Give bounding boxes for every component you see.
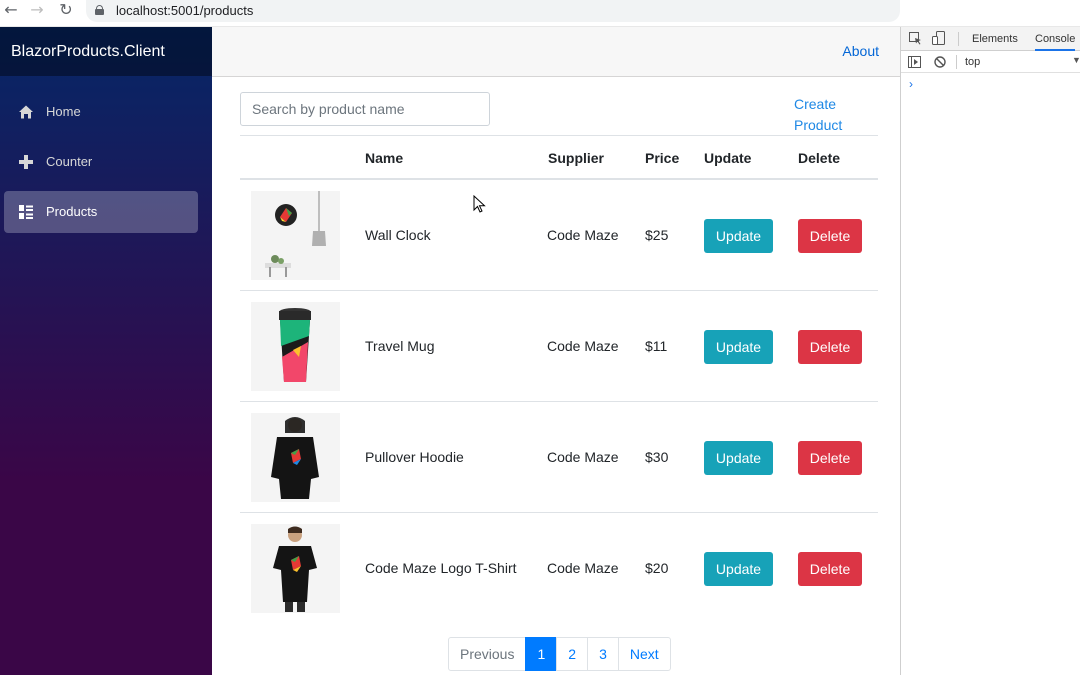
update-button[interactable]: Update	[704, 441, 773, 475]
products-table: Name Supplier Price Update Delete Wall C…	[240, 135, 878, 624]
console-toolbar: top ▼	[901, 51, 1080, 73]
devtools-tab-bar: Elements Console	[901, 27, 1080, 51]
product-image-travel-mug	[251, 302, 340, 391]
delete-button[interactable]: Delete	[798, 441, 862, 475]
browser-toolbar: ← → ↻ localhost:5001/products	[0, 0, 1080, 27]
product-supplier: Code Maze	[547, 560, 619, 576]
product-price: $20	[645, 560, 669, 576]
pagination-page-3[interactable]: 3	[587, 637, 619, 671]
home-icon	[19, 105, 33, 119]
column-header-delete: Delete	[798, 150, 841, 166]
pagination-previous[interactable]: Previous	[448, 637, 527, 671]
create-product-link[interactable]: Create Product	[794, 94, 864, 136]
sidebar-item-counter[interactable]: Counter	[4, 141, 198, 183]
pagination-next[interactable]: Next	[617, 637, 671, 671]
list-icon	[19, 205, 33, 219]
url-text: localhost:5001/products	[116, 3, 254, 18]
product-price: $11	[645, 338, 668, 354]
divider	[958, 32, 959, 46]
sidebar-item-label: Counter	[46, 154, 93, 169]
context-selector[interactable]: top	[965, 56, 980, 68]
forward-arrow-icon[interactable]: →	[26, 0, 48, 22]
main-content: About Create Product Name Supplier Price…	[212, 27, 900, 675]
clear-console-icon[interactable]	[934, 56, 946, 68]
column-header-price: Price	[645, 150, 680, 166]
tab-console[interactable]: Console	[1035, 33, 1076, 51]
sidebar-item-home[interactable]: Home	[4, 91, 198, 133]
pagination-page-2[interactable]: 2	[556, 637, 589, 671]
product-name: Wall Clock	[365, 227, 431, 243]
mouse-cursor-icon	[473, 195, 486, 213]
about-link[interactable]: About	[842, 43, 879, 59]
search-input[interactable]	[240, 92, 490, 126]
update-button[interactable]: Update	[704, 330, 773, 364]
delete-button[interactable]: Delete	[798, 219, 862, 253]
delete-button[interactable]: Delete	[798, 330, 862, 364]
pagination: Previous 1 2 3 Next	[448, 637, 671, 671]
product-price: $30	[645, 449, 669, 465]
delete-button[interactable]: Delete	[798, 552, 862, 586]
table-header: Name Supplier Price Update Delete	[240, 135, 878, 180]
product-image-pullover-hoodie	[251, 413, 340, 502]
table-row: Wall Clock Code Maze $25 Update Delete	[240, 180, 878, 291]
product-name: Pullover Hoodie	[365, 449, 464, 465]
sidebar-item-products[interactable]: Products	[4, 191, 198, 233]
inspect-element-icon[interactable]	[909, 32, 922, 45]
lock-icon	[95, 5, 104, 15]
table-row: Code Maze Logo T-Shirt Code Maze $20 Upd…	[240, 513, 878, 624]
back-arrow-icon[interactable]: ←	[0, 0, 22, 22]
product-image-wall-clock	[251, 191, 340, 280]
sidebar: BlazorProducts.Client Home Counter Produ…	[0, 27, 212, 675]
plus-icon	[19, 155, 33, 169]
product-name: Travel Mug	[365, 338, 435, 354]
sidebar-item-label: Home	[46, 104, 81, 119]
column-header-update: Update	[704, 150, 752, 166]
tab-elements[interactable]: Elements	[972, 33, 1018, 45]
sidebar-toggle-icon[interactable]	[908, 56, 921, 68]
top-row: About	[212, 27, 900, 77]
table-row: Pullover Hoodie Code Maze $30 Update Del…	[240, 402, 878, 513]
device-toggle-icon[interactable]	[932, 31, 946, 46]
product-supplier: Code Maze	[547, 338, 619, 354]
product-image-code-maze-logo-t-shirt	[251, 524, 340, 613]
product-supplier: Code Maze	[547, 227, 619, 243]
sidebar-item-label: Products	[46, 204, 98, 219]
update-button[interactable]: Update	[704, 219, 773, 253]
update-button[interactable]: Update	[704, 552, 773, 586]
address-bar[interactable]: localhost:5001/products	[86, 0, 900, 22]
app-brand[interactable]: BlazorProducts.Client	[0, 27, 212, 76]
table-row: Travel Mug Code Maze $11 Update Delete	[240, 291, 878, 402]
product-supplier: Code Maze	[547, 449, 619, 465]
product-price: $25	[645, 227, 669, 243]
pagination-page-1[interactable]: 1	[525, 637, 558, 671]
console-prompt-icon[interactable]: ›	[909, 77, 913, 91]
reload-icon[interactable]: ↻	[55, 0, 77, 22]
column-header-supplier: Supplier	[548, 150, 605, 166]
product-name: Code Maze Logo T-Shirt	[365, 560, 517, 576]
column-header-name: Name	[365, 150, 404, 166]
divider	[956, 55, 957, 69]
devtools-panel: Elements Console top ▼ ›	[900, 27, 1080, 675]
chevron-down-icon[interactable]: ▼	[1072, 55, 1080, 65]
